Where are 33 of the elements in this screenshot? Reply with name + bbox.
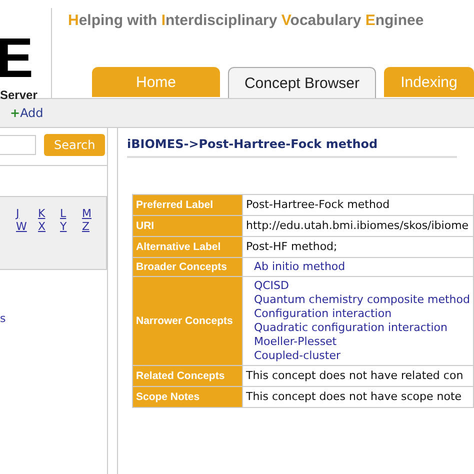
concept-link[interactable]: Quadratic configuration interaction [246,321,470,335]
concept-link[interactable]: Moeller-Plesset [246,335,470,349]
field-label: Preferred Label [132,194,242,216]
breadcrumb: iBIOMES->Post-Hartree-Fock method [127,128,457,158]
letter-link[interactable]: Y [60,220,72,233]
field-value: Post-HF method; [246,239,338,255]
field-label: Narrower Concepts [132,276,242,366]
letter-link[interactable]: Z [82,220,94,233]
field-label: Broader Concepts [132,258,242,276]
field-label: Related Concepts [132,366,242,386]
letter-link[interactable]: J [16,207,28,220]
field-value: http://edu.utah.bmi.ibiomes/skos/ibiome [246,218,470,234]
concept-link[interactable]: QCISD [246,279,470,293]
search-field[interactable] [0,135,36,155]
letter-link[interactable]: K [38,207,50,220]
field-value: This concept does not have scope note [246,389,463,405]
concept-link[interactable]: Quantum chemistry composite method [246,293,470,307]
field-value: Post-Hartree-Fock method [246,197,391,213]
field-label: URI [132,216,242,236]
concept-link[interactable]: Configuration interaction [246,307,470,321]
nav-tab[interactable]: Concept Browser [228,67,376,98]
field-label: Scope Notes [132,386,242,408]
site-title: Helping with Interdisciplinary Vocabulary Enginee [68,12,425,29]
letter-link[interactable]: X [38,220,50,233]
field-value: This concept does not have related con [246,368,464,384]
letter-link[interactable]: W [16,220,28,233]
logo-caption: Server [0,88,38,102]
field-label: Alternative Label [132,236,242,258]
letter-link[interactable]: M [82,207,94,220]
list-item-text[interactable]: s [0,312,107,325]
letter-link[interactable]: L [60,207,72,220]
concept-link[interactable]: Coupled-cluster [246,349,470,363]
add-link[interactable]: +Add [10,106,44,120]
